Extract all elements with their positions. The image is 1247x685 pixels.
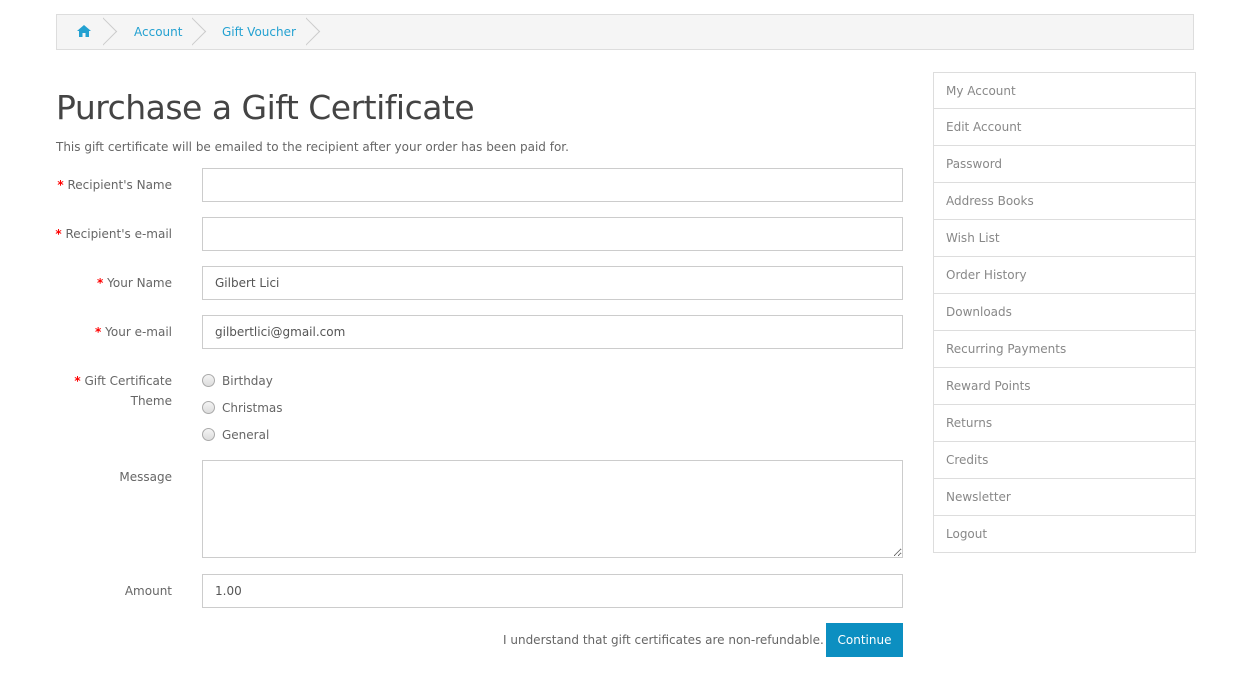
your-name-label: * Your Name (97, 273, 172, 293)
radio-icon[interactable] (202, 401, 215, 414)
page-title: Purchase a Gift Certificate (56, 88, 475, 127)
sidebar-item-returns[interactable]: Returns (933, 405, 1196, 442)
sidebar-item-my-account[interactable]: My Account (933, 72, 1196, 109)
radio-icon[interactable] (202, 428, 215, 441)
home-icon (77, 25, 91, 37)
breadcrumb: Account Gift Voucher (56, 14, 1194, 50)
sidebar-item-address-books[interactable]: Address Books (933, 183, 1196, 220)
label-text: Theme (130, 394, 172, 408)
required-mark: * (97, 276, 104, 290)
breadcrumb-separator (192, 15, 210, 49)
label-text: Your e-mail (105, 325, 172, 339)
radio-label: Birthday (222, 374, 273, 388)
sidebar-item-logout[interactable]: Logout (933, 516, 1196, 553)
your-name-input[interactable] (202, 266, 903, 300)
sidebar-item-wish-list[interactable]: Wish List (933, 220, 1196, 257)
agree-row: I understand that gift certificates are … (503, 630, 840, 647)
label-text: Gift Certificate (84, 374, 173, 388)
breadcrumb-account[interactable]: Account (134, 15, 182, 49)
sidebar-item-credits[interactable]: Credits (933, 442, 1196, 479)
breadcrumb-separator (103, 15, 121, 49)
breadcrumb-gift-voucher[interactable]: Gift Voucher (222, 15, 296, 49)
label-text: Recipient's Name (67, 178, 172, 192)
recipient-name-input[interactable] (202, 168, 903, 202)
recipient-email-input[interactable] (202, 217, 903, 251)
radio-label: General (222, 428, 270, 442)
recipient-email-label: * Recipient's e-mail (55, 224, 172, 244)
required-mark: * (74, 374, 81, 388)
amount-input[interactable] (202, 574, 903, 608)
recipient-name-label: * Recipient's Name (57, 175, 172, 195)
required-mark: * (57, 178, 64, 192)
breadcrumb-home[interactable] (77, 15, 93, 49)
theme-radio-general[interactable]: General (202, 427, 269, 443)
radio-icon[interactable] (202, 374, 215, 387)
sidebar-item-password[interactable]: Password (933, 146, 1196, 183)
theme-radio-christmas[interactable]: Christmas (202, 400, 283, 416)
message-label: Message (119, 470, 172, 484)
your-email-input[interactable] (202, 315, 903, 349)
sidebar-item-downloads[interactable]: Downloads (933, 294, 1196, 331)
sidebar-item-recurring-payments[interactable]: Recurring Payments (933, 331, 1196, 368)
required-mark: * (95, 325, 102, 339)
account-sidebar: My Account Edit Account Password Address… (933, 72, 1196, 553)
radio-label: Christmas (222, 401, 283, 415)
sidebar-item-reward-points[interactable]: Reward Points (933, 368, 1196, 405)
agree-text: I understand that gift certificates are … (503, 633, 824, 647)
sidebar-item-order-history[interactable]: Order History (933, 257, 1196, 294)
breadcrumb-separator (306, 15, 324, 49)
theme-label: * Gift Certificate Theme (74, 371, 172, 411)
label-text: Recipient's e-mail (65, 227, 172, 241)
your-email-label: * Your e-mail (95, 322, 172, 342)
intro-text: This gift certificate will be emailed to… (56, 140, 569, 154)
theme-radio-birthday[interactable]: Birthday (202, 373, 273, 389)
sidebar-item-newsletter[interactable]: Newsletter (933, 479, 1196, 516)
required-mark: * (55, 227, 62, 241)
message-textarea[interactable] (202, 460, 903, 558)
label-text: Your Name (107, 276, 172, 290)
sidebar-item-edit-account[interactable]: Edit Account (933, 109, 1196, 146)
continue-button[interactable]: Continue (826, 623, 903, 657)
amount-label: Amount (124, 584, 172, 598)
